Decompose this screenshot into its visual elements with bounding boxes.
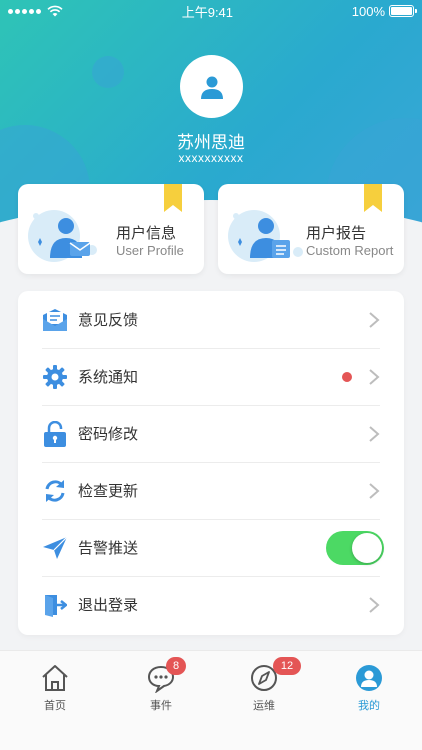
menu-item-label: 检查更新 [78, 483, 139, 500]
tab-bar: 首页 8 事件 12 运维 我的 [0, 650, 422, 750]
battery-icon [389, 5, 417, 17]
menu-item-feedback[interactable]: 意见反馈 [42, 291, 380, 348]
bookmark-icon [364, 184, 382, 212]
custom-report-illustration [228, 210, 303, 262]
card-subtitle: User Profile [116, 243, 184, 258]
event-badge: 8 [166, 657, 186, 675]
paper-plane-icon [43, 536, 67, 559]
gear-icon [43, 364, 67, 389]
user-name: 苏州思迪 [177, 133, 245, 152]
user-profile-card[interactable]: 用户信息 User Profile [18, 184, 204, 274]
tab-home[interactable]: 首页 [15, 663, 95, 713]
card-title: 用户报告 [306, 225, 367, 242]
wifi-icon [47, 5, 63, 17]
user-id: xxxxxxxxxx [178, 151, 244, 165]
settings-menu: 意见反馈 系统通知 密码修改 检查更新 告警推送 退出登录 [18, 291, 404, 635]
lock-icon [44, 420, 66, 447]
tab-events[interactable]: 8 事件 [121, 657, 201, 713]
status-time: 上午9:41 [181, 4, 234, 20]
chevron-right-icon [369, 596, 380, 613]
tab-operations[interactable]: 12 运维 [224, 657, 304, 713]
user-icon [200, 76, 223, 99]
card-title: 用户信息 [116, 225, 177, 242]
menu-item-alarm-push: 告警推送 [42, 519, 384, 576]
tab-label: 事件 [150, 700, 172, 712]
chevron-right-icon [369, 311, 380, 328]
feedback-icon [43, 308, 67, 331]
tab-label: 运维 [253, 700, 275, 712]
chevron-right-icon [369, 425, 380, 442]
status-bar: 上午9:41 100% [0, 0, 422, 22]
decor-bubble [92, 56, 124, 88]
menu-item-check-update[interactable]: 检查更新 [42, 462, 380, 519]
refresh-icon [45, 479, 65, 502]
menu-item-label: 告警推送 [78, 540, 139, 557]
menu-item-label: 系统通知 [78, 369, 139, 386]
home-icon [42, 665, 68, 691]
operations-badge: 12 [273, 657, 301, 675]
menu-item-change-password[interactable]: 密码修改 [42, 405, 380, 462]
avatar[interactable] [180, 55, 243, 118]
user-profile-illustration [28, 210, 97, 262]
menu-item-system-notification[interactable]: 系统通知 [42, 348, 380, 405]
bookmark-icon [164, 184, 182, 212]
menu-item-label: 退出登录 [78, 597, 139, 614]
custom-report-card[interactable]: 用户报告 Custom Report [218, 184, 404, 274]
toggle-knob [352, 532, 382, 563]
alarm-push-toggle[interactable] [326, 530, 384, 565]
unread-dot [342, 371, 352, 382]
menu-item-logout[interactable]: 退出登录 [42, 576, 380, 633]
logout-icon [45, 594, 67, 617]
signal-icon [8, 8, 41, 14]
tab-label: 我的 [358, 700, 380, 712]
card-subtitle: Custom Report [306, 243, 394, 258]
battery-percent: 100% [351, 3, 385, 19]
tab-label: 首页 [44, 700, 66, 712]
user-icon [356, 665, 382, 691]
menu-item-label: 密码修改 [78, 426, 139, 443]
menu-item-label: 意见反馈 [78, 312, 139, 329]
chevron-right-icon [369, 482, 380, 499]
tab-mine[interactable]: 我的 [329, 663, 409, 713]
chevron-right-icon [369, 368, 380, 385]
